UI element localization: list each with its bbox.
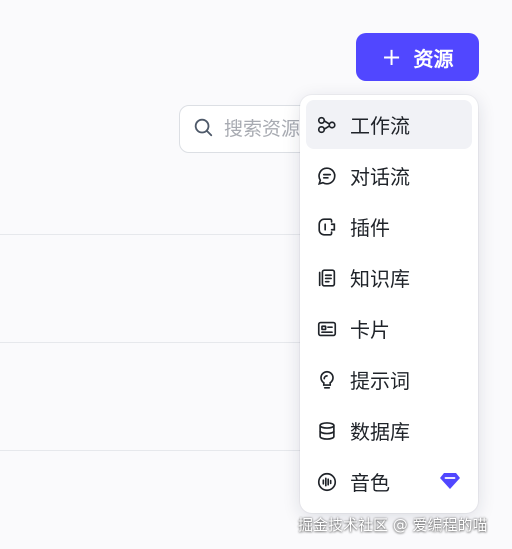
watermark: 掘金技术社区 @ 爱编程的喵 <box>298 516 488 534</box>
list-divider <box>0 450 300 451</box>
menu-item-label: 插件 <box>350 216 390 240</box>
menu-item-label: 数据库 <box>350 420 410 444</box>
workflow-icon <box>316 114 338 136</box>
add-resource-label: 资源 <box>413 46 454 71</box>
menu-item-card[interactable]: 卡片 <box>306 304 472 353</box>
menu-item-label: 工作流 <box>350 114 410 138</box>
plugin-icon <box>316 216 338 238</box>
menu-item-prompt[interactable]: 提示词 <box>306 355 472 404</box>
menu-item-plugin[interactable]: 插件 <box>306 202 472 251</box>
menu-item-database[interactable]: 数据库 <box>306 406 472 455</box>
resource-type-menu: 工作流 对话流 插件 知识库 卡片 提示词 数据库 音色 <box>300 95 478 513</box>
knowledge-base-icon <box>316 267 338 289</box>
menu-item-chat-flow[interactable]: 对话流 <box>306 151 472 200</box>
search-icon <box>192 116 214 142</box>
list-divider <box>0 234 300 235</box>
plus-icon: + <box>381 43 402 71</box>
menu-item-label: 对话流 <box>350 165 410 189</box>
menu-item-workflow[interactable]: 工作流 <box>306 100 472 149</box>
menu-item-label: 知识库 <box>350 267 410 291</box>
add-resource-button[interactable]: + 资源 <box>356 33 479 81</box>
menu-item-label: 音色 <box>350 471 390 495</box>
prompt-icon <box>316 369 338 391</box>
card-icon <box>316 318 338 340</box>
menu-item-label: 卡片 <box>350 318 390 342</box>
premium-diamond-icon <box>440 473 460 489</box>
database-icon <box>316 420 338 442</box>
list-divider <box>0 342 300 343</box>
menu-item-knowledge-base[interactable]: 知识库 <box>306 253 472 302</box>
chat-flow-icon <box>316 165 338 187</box>
voice-icon <box>316 471 338 493</box>
menu-item-label: 提示词 <box>350 369 410 393</box>
menu-item-voice[interactable]: 音色 <box>306 457 472 506</box>
